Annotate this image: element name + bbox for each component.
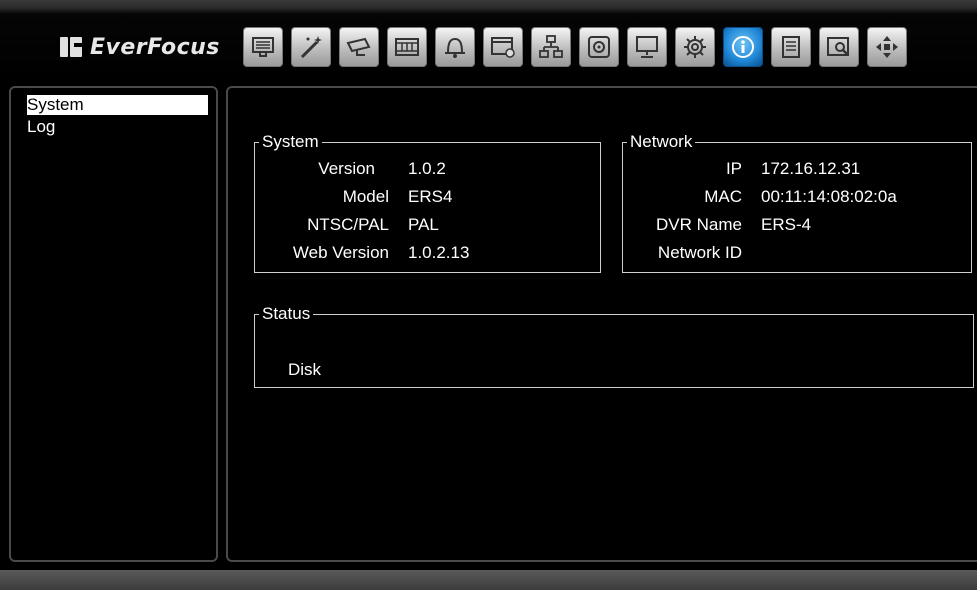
search-playback-icon <box>827 37 849 56</box>
bell-alarm-icon <box>445 37 465 58</box>
disk-icon <box>588 36 610 58</box>
network-button[interactable] <box>531 27 571 67</box>
top-header: EverFocus <box>0 0 977 78</box>
film-icon <box>395 38 419 56</box>
display-icon <box>636 36 658 58</box>
log-button[interactable] <box>771 27 811 67</box>
display-button[interactable] <box>627 27 667 67</box>
alarm-button[interactable] <box>435 27 475 67</box>
system-group: System Version 1.0.2 Model ERS4 NTSC/PAL… <box>254 132 601 273</box>
move-arrows-icon <box>876 36 898 58</box>
ntsc-pal-value: PAL <box>408 215 439 234</box>
dvr-name-value: ERS-4 <box>761 215 812 234</box>
sidebar-item-log[interactable]: Log <box>11 117 216 137</box>
disk-label: Disk <box>288 360 322 379</box>
search-playback-button[interactable] <box>819 27 859 67</box>
wizard-button[interactable] <box>291 27 331 67</box>
sidebar-item-system[interactable]: System <box>27 95 208 115</box>
ptz-move-button[interactable] <box>867 27 907 67</box>
version-label: Version <box>318 159 375 178</box>
wand-icon <box>300 36 322 59</box>
network-group-title: Network <box>627 132 696 152</box>
schedule-icon <box>491 37 515 58</box>
mac-value: 00:11:14:08:02:0a <box>761 187 897 206</box>
system-group-title: System <box>259 132 322 152</box>
record-button[interactable] <box>387 27 427 67</box>
version-value: 1.0.2 <box>408 159 446 178</box>
log-icon <box>782 36 800 58</box>
system-info-button[interactable] <box>723 27 763 67</box>
web-version-label: Web Version <box>292 243 389 262</box>
sidebar: System Log <box>9 86 218 562</box>
main-panel: System Version 1.0.2 Model ERS4 NTSC/PAL… <box>226 86 977 562</box>
schedule-button[interactable] <box>483 27 523 67</box>
monitor-live-icon <box>252 37 274 57</box>
camera-button[interactable] <box>339 27 379 67</box>
settings-button[interactable] <box>675 27 715 67</box>
gear-icon <box>684 36 706 58</box>
network-id-label: Network ID <box>657 243 742 262</box>
network-icon <box>539 35 563 58</box>
web-version-value: 1.0.2.13 <box>408 243 470 262</box>
dvr-name-label: DVR Name <box>656 215 742 234</box>
disk-button[interactable] <box>579 27 619 67</box>
network-group: Network IP 172.16.12.31 MAC 00:11:14:08:… <box>622 132 972 273</box>
logo-text: EverFocus <box>90 34 220 60</box>
bottom-status-bar <box>0 570 977 590</box>
camera-icon <box>346 37 371 56</box>
info-icon <box>732 36 754 58</box>
model-label: Model <box>342 187 389 206</box>
everfocus-logo: EverFocus <box>60 32 220 62</box>
ip-value: 172.16.12.31 <box>761 159 861 178</box>
mac-label: MAC <box>704 187 742 206</box>
status-group: Status Disk <box>254 304 974 388</box>
status-group-title: Status <box>259 304 314 324</box>
model-value: ERS4 <box>408 187 453 206</box>
live-view-button[interactable] <box>243 27 283 67</box>
ip-label: IP <box>725 159 742 178</box>
ntsc-pal-label: NTSC/PAL <box>307 215 389 234</box>
logo-mark-icon <box>60 35 82 59</box>
main-toolbar <box>243 27 907 67</box>
